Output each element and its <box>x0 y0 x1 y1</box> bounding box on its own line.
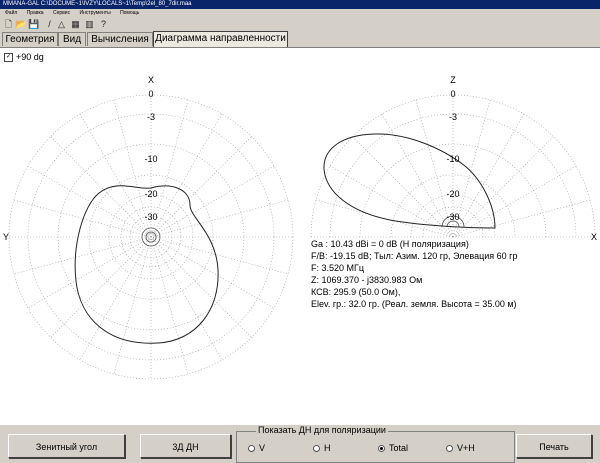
pattern-canvas: X Y 0 -3 -10 -20 -30 Z X 0 -3 -10 -20 -3… <box>3 75 597 380</box>
title-bar: MMANA-GAL C:\DOCUME~1\IVZY\LOCALS~1\Temp… <box>0 0 600 9</box>
elevation-ring-label-20: -20 <box>446 189 459 199</box>
save-icon[interactable]: 💾 <box>28 19 39 30</box>
radio-vh[interactable]: V+H <box>446 443 475 453</box>
azimuth-ring-label-3: -3 <box>147 112 155 122</box>
polarization-title: Показать ДН для поляризации <box>256 425 388 435</box>
azimuth-top-axis-label: X <box>148 75 154 85</box>
radio-h-label: H <box>324 443 331 453</box>
zenith-angle-button[interactable]: Зенитный угол <box>8 434 125 458</box>
azimuth-side-axis-label: Y <box>3 232 9 242</box>
menu-bar: Файл Правка Сервис Инструменты Помощь <box>0 9 600 18</box>
radio-v-dot[interactable] <box>248 445 255 453</box>
menu-file[interactable]: Файл <box>5 10 17 16</box>
elevation-ring-label-30: -30 <box>446 212 459 222</box>
triangle-icon[interactable]: △ <box>56 19 67 30</box>
radio-v-label: V <box>259 443 266 453</box>
elevation-line: Elev. гр.: 32.0 гр. (Реал. земля. Высота… <box>311 299 517 309</box>
print-button[interactable]: Печать <box>516 434 592 458</box>
azimuth-pattern-curve <box>74 185 219 344</box>
open-icon[interactable]: 📂 <box>15 19 26 30</box>
pattern-info: Ga : 10.43 dBi = 0 dB (Н поляризация) F/… <box>311 238 517 310</box>
bottom-panel: Зенитный угол 3Д ДН Показать ДН для поля… <box>0 425 600 463</box>
impedance-line: Z: 1069.370 - j3830.983 Ом <box>311 275 423 285</box>
new-icon[interactable]: 🗋 <box>3 19 14 30</box>
tab-view[interactable]: Вид <box>58 32 86 46</box>
elevation-plot: Z X 0 -3 -10 -20 -30 <box>310 75 597 242</box>
front-back-line: F/B: -19.15 dB; Тыл: Азим. 120 гр, Элева… <box>311 251 518 261</box>
elevation-top-axis-label: Z <box>450 75 456 85</box>
radio-h[interactable]: H <box>313 443 331 453</box>
tab-geometry[interactable]: Геометрия <box>2 32 58 46</box>
gain-line: Ga : 10.43 dBi = 0 dB (Н поляризация) <box>311 239 469 249</box>
window-title: MMANA-GAL C:\DOCUME~1\IVZY\LOCALS~1\Temp… <box>3 1 192 7</box>
pattern-panel: ✓ +90 dg X Y 0 -3 -10 -20 -30 Z X 0 -3 -… <box>0 47 600 426</box>
help-icon[interactable]: ? <box>98 19 109 30</box>
elevation-side-axis-label: X <box>591 232 597 242</box>
radio-total[interactable]: Total <box>378 443 408 453</box>
frequency-line: F: 3.520 МГц <box>311 263 365 273</box>
draw-icon[interactable]: / <box>44 19 55 30</box>
radio-v[interactable]: V <box>248 443 265 453</box>
azimuth-ring-label-30: -30 <box>144 212 157 222</box>
azimuth-grid <box>8 94 294 380</box>
azimuth-ring-label-10: -10 <box>144 154 157 164</box>
table-icon[interactable]: ▦ <box>70 19 81 30</box>
tab-calculations[interactable]: Вычисления <box>87 32 153 46</box>
radio-vh-dot[interactable] <box>446 445 453 453</box>
elevation-ring-label-10: -10 <box>446 154 459 164</box>
toolbar: 🗋 📂 💾 / △ ▦ ▥ ? <box>0 18 600 32</box>
3d-pattern-button[interactable]: 3Д ДН <box>140 434 231 458</box>
elevation-ring-label-3: -3 <box>449 112 457 122</box>
radio-h-dot[interactable] <box>313 445 320 453</box>
menu-edit[interactable]: Правка <box>27 10 44 16</box>
azimuth-ring-label-0: 0 <box>148 89 153 99</box>
azimuth-ring-label-20: -20 <box>144 189 157 199</box>
menu-service[interactable]: Сервис <box>53 10 70 16</box>
menu-help[interactable]: Помощь <box>120 10 139 16</box>
azimuth-plot: X Y 0 -3 -10 -20 -30 <box>3 75 294 380</box>
menu-tools[interactable]: Инструменты <box>79 10 110 16</box>
swr-line: КСВ: 295.9 (50.0 Ом), <box>311 287 401 297</box>
radio-vh-label: V+H <box>457 443 475 453</box>
tab-pattern[interactable]: Диаграмма направленности <box>153 31 288 47</box>
radio-total-dot[interactable] <box>378 445 385 453</box>
book-icon[interactable]: ▥ <box>84 19 95 30</box>
tab-bar: Геометрия Вид Вычисления Диаграмма напра… <box>0 31 600 47</box>
radio-total-label: Total <box>389 443 409 453</box>
elevation-pattern-curve <box>323 133 496 229</box>
elevation-ring-label-0: 0 <box>450 89 455 99</box>
